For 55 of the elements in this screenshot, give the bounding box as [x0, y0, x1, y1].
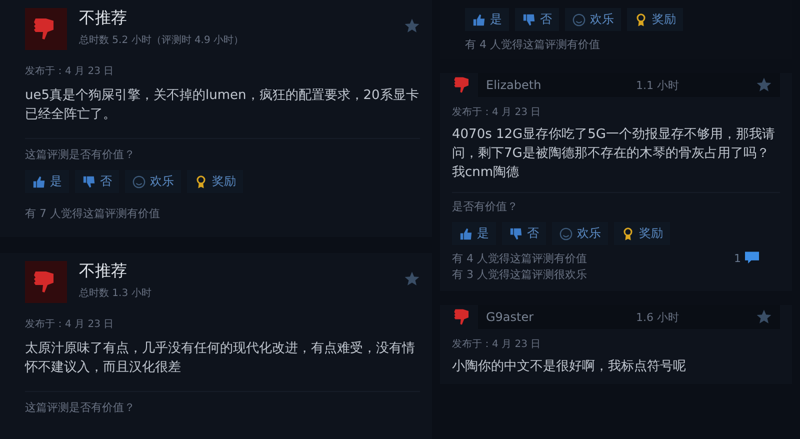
post-date: 发布于：4 月 23 日	[25, 65, 115, 78]
thumbs-up-icon	[459, 226, 473, 240]
review-text: 4070s 12G显存你吃了5G一个劲报显存不够用，那我请问，剩下7G是被陶德那不存在的木琴的骨灰占用了吗？我cnm陶德	[452, 126, 776, 182]
star-icon[interactable]	[404, 18, 420, 34]
playtime: 1.1 小时	[636, 78, 680, 92]
vote-button[interactable]: 否	[502, 222, 546, 245]
playtime: 1.6 小时	[636, 310, 680, 324]
thumbs-down-icon	[25, 8, 67, 50]
playtime: 总时数 1.3 小时	[79, 286, 152, 300]
helpful-question: 是否有价值？	[452, 199, 519, 214]
vote-button[interactable]: 是	[25, 170, 69, 193]
star-icon[interactable]	[404, 271, 420, 287]
post-date: 发布于：4 月 23 日	[452, 338, 542, 351]
star-icon[interactable]	[756, 77, 772, 93]
review-verdict: 不推荐	[79, 261, 128, 282]
smiley-icon	[572, 12, 586, 26]
post-date: 发布于：4 月 23 日	[25, 318, 115, 331]
vote-button[interactable]: 欢乐	[552, 222, 608, 245]
thumbs-down-icon	[82, 174, 96, 188]
playtime: 总时数 5.2 小时（评测时 4.9 小时）	[79, 34, 245, 47]
helpful-count: 有 4 人觉得这篇评测有价值	[452, 251, 587, 267]
vote-button[interactable]: 奖励	[187, 170, 243, 193]
thumbs-down-icon	[522, 12, 536, 26]
review-text: 太原汁原味了有点，几乎没有任何的现代化改进，有点难受，没有情怀不建议入，而且汉化很差	[25, 340, 416, 377]
comment-count: 1	[734, 252, 741, 264]
review-verdict: 不推荐	[79, 8, 128, 29]
vote-button[interactable]: 奖励	[614, 222, 670, 245]
author-name[interactable]: G9aster	[486, 310, 636, 324]
smiley-icon	[559, 226, 573, 240]
thumbs-up-icon	[472, 12, 486, 26]
post-date: 发布于：4 月 23 日	[452, 106, 542, 119]
helpful-question: 这篇评测是否有价值？	[25, 147, 136, 162]
comment-icon[interactable]	[744, 251, 760, 265]
helpful-count: 有 7 人觉得这篇评测有价值	[25, 206, 160, 222]
vote-button[interactable]: 奖励	[627, 8, 683, 31]
award-icon	[194, 174, 208, 188]
vote-button[interactable]: 是	[465, 8, 509, 31]
author-name[interactable]: Elizabeth	[486, 78, 636, 92]
award-icon	[621, 226, 635, 240]
thumbs-down-icon	[25, 261, 67, 303]
review-text: ue5真是个狗屎引擎，关不掉的lumen，疯狂的配置要求，20系显卡已经全阵亡了。	[25, 87, 420, 124]
vote-button[interactable]: 欢乐	[565, 8, 621, 31]
review-text: 小陶你的中文不是很好啊，我标点符号呢	[452, 358, 687, 376]
helpful-count: 有 4 人觉得这篇评测有价值	[465, 37, 600, 53]
thumbs-down-icon	[509, 226, 523, 240]
vote-button[interactable]: 是	[452, 222, 496, 245]
helpful-count: 有 3 人觉得这篇评测很欢乐	[452, 267, 587, 283]
helpful-question: 这篇评测是否有价值？	[25, 400, 136, 415]
star-icon[interactable]	[756, 309, 772, 325]
vote-button[interactable]: 欢乐	[125, 170, 181, 193]
smiley-icon	[132, 174, 146, 188]
vote-button[interactable]: 否	[75, 170, 119, 193]
vote-button[interactable]: 否	[515, 8, 559, 31]
thumbs-up-icon	[32, 174, 46, 188]
award-icon	[634, 12, 648, 26]
